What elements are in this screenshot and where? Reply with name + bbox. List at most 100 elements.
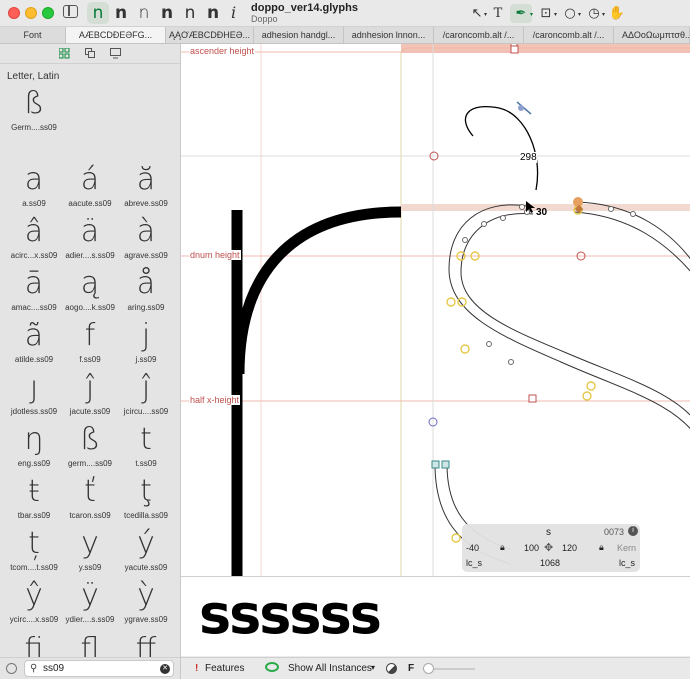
glyph-cell[interactable]: f f.ss09 [62, 318, 118, 370]
ellipse-tool-icon[interactable]: ○ ▾ [560, 4, 581, 23]
info-icon[interactable]: i [628, 526, 638, 536]
glyph-cell[interactable]: ỳ ygrave.ss09 [118, 578, 174, 630]
contrast-icon[interactable] [386, 663, 397, 674]
glyph-edit-canvas[interactable]: ascender height dnum height half x-heigh… [181, 44, 690, 576]
tab-adhesion-2[interactable]: adnhesion lnnon... [344, 27, 434, 43]
glyph-cell[interactable]: a a.ss09 [6, 162, 62, 214]
component-marker[interactable] [431, 460, 440, 469]
features-button[interactable]: Features [205, 663, 244, 674]
advance-width-field[interactable]: 1068 [540, 558, 560, 568]
width-right-field[interactable]: 120 [562, 543, 577, 553]
glyph-name-field[interactable]: s [546, 527, 551, 538]
weight-light-button[interactable]: n [133, 2, 155, 24]
eye-icon[interactable] [265, 662, 279, 672]
zoom-window-button[interactable] [42, 7, 54, 19]
curve-length-value: 298 [520, 152, 537, 163]
info-icon[interactable]: i [231, 3, 236, 22]
glyph-cell[interactable]: ą aogo....k.ss09 [62, 266, 118, 318]
off-curve-point[interactable] [608, 206, 614, 212]
glyph-cell[interactable]: ĵ jacute.ss09 [62, 370, 118, 422]
glyph-cell[interactable]: ã atilde.ss09 [6, 318, 62, 370]
glyph-cell[interactable]: ā amac....ss09 [6, 266, 62, 318]
off-curve-point[interactable] [486, 341, 492, 347]
tab-caroncomb-2[interactable]: /caroncomb.alt /... [524, 27, 614, 43]
minimize-window-button[interactable] [25, 7, 37, 19]
select-tool-icon[interactable]: ↖ ▾ [468, 4, 487, 23]
preview-size-slider-thumb[interactable] [423, 663, 434, 674]
lock-icon[interactable]: 🔒︎ [599, 542, 604, 553]
grid-view-icon[interactable] [59, 48, 70, 59]
glyph-cell[interactable]: ä adier....s.ss09 [62, 214, 118, 266]
off-curve-point[interactable] [462, 237, 468, 243]
filter-options-icon[interactable] [6, 663, 17, 674]
glyph-cell[interactable]: ť tcaron.ss09 [62, 474, 118, 526]
handle-point[interactable] [518, 105, 524, 111]
right-kerning-group-field[interactable]: lc_s [619, 558, 635, 568]
clear-search-icon[interactable]: ✕ [160, 664, 170, 674]
weight-thin-button[interactable]: n [87, 2, 109, 24]
curve-node[interactable] [451, 533, 461, 543]
glyph-cell[interactable]: ß Germ....ss09 [6, 86, 62, 138]
weight-bold-button[interactable]: n [110, 2, 132, 24]
curve-node[interactable] [457, 297, 467, 307]
glyph-cell[interactable]: â acirc...x.ss09 [6, 214, 62, 266]
preview-view-icon[interactable] [110, 48, 121, 59]
tab-greek[interactable]: AΔΟοΩωμπτσθ... [614, 27, 690, 43]
tab-adhesion-1[interactable]: adhesion handgl... [254, 27, 344, 43]
pen-tool-icon[interactable]: ✒ ▾ [510, 4, 533, 23]
glyph-cell[interactable]: à agrave.ss09 [118, 214, 174, 266]
metrics-link-icon[interactable]: ✥ [544, 541, 553, 554]
component-marker[interactable] [441, 460, 450, 469]
glyph-cell[interactable]: t t.ss09 [118, 422, 174, 474]
sidebar-toggle-icon[interactable] [63, 5, 78, 18]
glyph-cell[interactable]: ȷ jdotless.ss09 [6, 370, 62, 422]
width-left-field[interactable]: 100 [524, 543, 539, 553]
glyph-cell[interactable]: ŷ ycirc....x.ss09 [6, 578, 62, 630]
off-curve-point[interactable] [508, 359, 514, 365]
glyph-cell[interactable]: y y.ss09 [62, 526, 118, 578]
instances-dropdown[interactable]: Show All Instances [288, 663, 372, 674]
glyph-cell[interactable]: ŋ eng.ss09 [6, 422, 62, 474]
selected-node[interactable] [573, 197, 583, 207]
curve-node[interactable] [582, 391, 592, 401]
curve-node[interactable] [446, 297, 456, 307]
weight-heavy-button[interactable]: n [202, 2, 224, 24]
left-kerning-group-field[interactable]: lc_s [466, 558, 482, 568]
measure-tool-icon[interactable]: ◷ ▾ [584, 4, 605, 23]
glyph-cell[interactable]: ÿ ydier....s.ss09 [62, 578, 118, 630]
left-sidebearing-field[interactable]: -40 [466, 543, 479, 553]
tab-caroncomb-1[interactable]: /caroncomb.alt /... [434, 27, 524, 43]
text-tool-icon[interactable]: T [490, 4, 506, 23]
glyph-cell[interactable]: j j.ss09 [118, 318, 174, 370]
glyph-cell[interactable]: ă abreve.ss09 [118, 162, 174, 214]
close-window-button[interactable] [8, 7, 20, 19]
glyph-cell[interactable]: ĵ jcircu....ss09 [118, 370, 174, 422]
glyph-cell[interactable]: ý yacute.ss09 [118, 526, 174, 578]
shape-tool-icon[interactable]: ⊡ ▾ [536, 4, 557, 23]
glyph-search-input[interactable]: ⚲ ss09 ✕ [24, 660, 174, 677]
off-curve-point[interactable] [481, 221, 487, 227]
glyph-cell[interactable]: å aring.ss09 [118, 266, 174, 318]
layers-view-icon[interactable] [85, 48, 96, 59]
tab-glyph-string-1[interactable]: AÆBCDÐEƏFG... [66, 27, 166, 43]
tab-glyph-string-2[interactable]: ĄĄƠÆBCDÐHEƏ... [166, 27, 254, 43]
weight-regular-button[interactable]: n [179, 2, 201, 24]
glyph-cell[interactable]: ß germ....ss09 [62, 422, 118, 474]
curve-node[interactable] [460, 344, 470, 354]
glyph-cell[interactable]: ţ tcedilla.ss09 [118, 474, 174, 526]
glyph-cell[interactable]: ŧ tbar.ss09 [6, 474, 62, 526]
glyph-cell[interactable]: á aacute.ss09 [62, 162, 118, 214]
lock-icon[interactable] [510, 45, 519, 54]
chevron-down-icon[interactable]: ▾ [371, 663, 375, 672]
glyph-cell[interactable]: ț tcom....t.ss09 [6, 526, 62, 578]
lock-icon[interactable] [528, 394, 537, 403]
off-curve-point[interactable] [519, 204, 525, 210]
weight-black-button[interactable]: n [156, 2, 178, 24]
hand-tool-icon[interactable]: ✋ [608, 4, 626, 23]
lock-icon[interactable]: 🔒︎ [500, 542, 505, 553]
unicode-field[interactable]: 0073 [604, 527, 624, 537]
off-curve-point[interactable] [630, 211, 636, 217]
curve-node[interactable] [586, 381, 596, 391]
off-curve-point[interactable] [500, 215, 506, 221]
tab-font[interactable]: Font [0, 27, 66, 43]
